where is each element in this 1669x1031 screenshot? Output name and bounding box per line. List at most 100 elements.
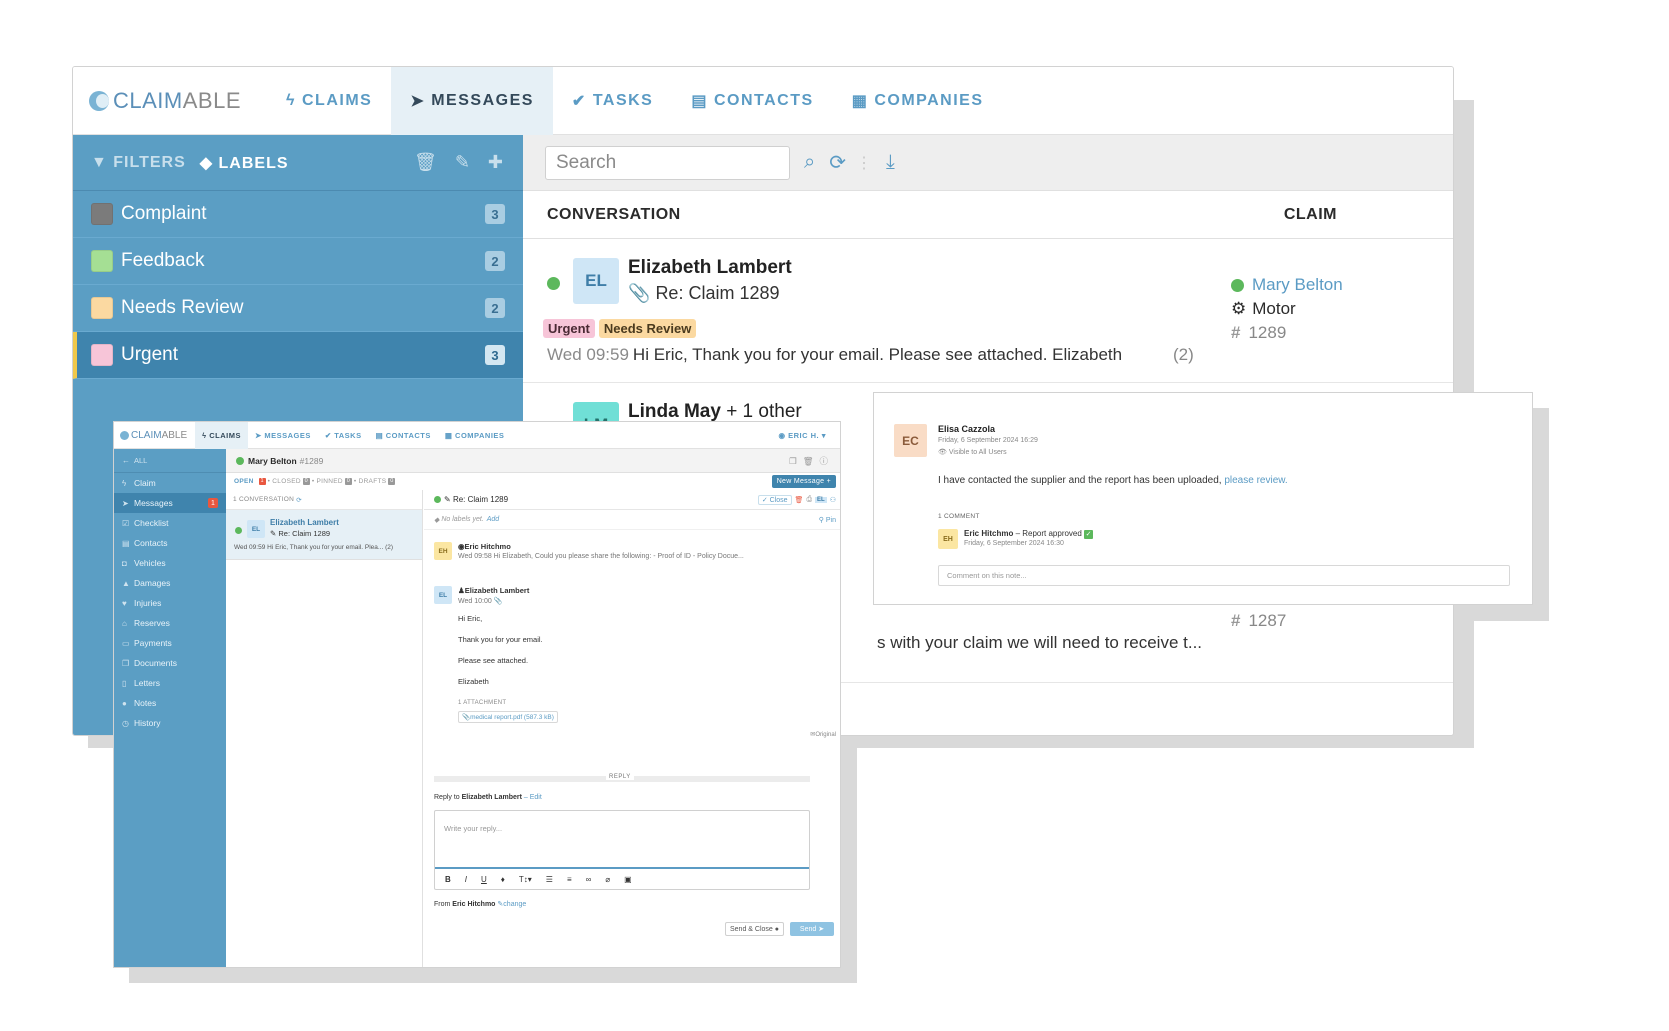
color-icon[interactable]: ♦ xyxy=(501,875,505,884)
column-claim[interactable]: CLAIM xyxy=(1284,206,1337,224)
search-icon[interactable]: ⌕ xyxy=(804,151,815,174)
filter-closed[interactable]: • CLOSED xyxy=(268,478,301,485)
sidebar-item-documents[interactable]: ❐ Documents xyxy=(114,653,226,673)
sidebar-item-vehicles[interactable]: ◘ Vehicles xyxy=(114,553,226,573)
bullet-list-icon[interactable]: ≡ xyxy=(567,875,572,884)
label-item-urgent[interactable]: Urgent 3 xyxy=(73,332,523,379)
conversation-item[interactable]: EL Elizabeth Lambert ✎ Re: Claim 1289 We… xyxy=(226,510,422,560)
send-button[interactable]: Send ➤ xyxy=(790,922,834,936)
trash-icon[interactable]: 🗑 xyxy=(414,152,437,173)
close-conversation-button[interactable]: ✓ Close xyxy=(757,494,792,505)
back-to-all[interactable]: ← ALL xyxy=(114,449,226,473)
plus-icon[interactable]: ✚ xyxy=(488,152,503,173)
attachment-link[interactable]: 📎medical report.pdf (587.3 kB) xyxy=(458,711,558,723)
message-eric[interactable]: EH ◉Eric Hitchmo Wed 09:58 Hi Elizabeth,… xyxy=(434,542,834,566)
tab-tasks[interactable]: ✔ TASKS xyxy=(553,67,672,135)
tab-companies[interactable]: ▦ COMPANIES xyxy=(833,67,1003,135)
add-label-link[interactable]: Add xyxy=(487,516,499,523)
filter-open[interactable]: OPEN xyxy=(234,478,254,485)
copy-icon[interactable]: ❐ xyxy=(789,456,803,466)
filter-drafts[interactable]: • DRAFTS xyxy=(354,478,386,485)
arrow-left-icon: ← xyxy=(122,456,130,465)
table-header: CONVERSATION CLAIM xyxy=(523,191,1453,239)
logo-icon xyxy=(120,430,129,440)
text-size-icon[interactable]: T↕▾ xyxy=(519,875,532,884)
change-sender-link[interactable]: ✎change xyxy=(497,901,526,908)
sidebar-item-damages[interactable]: ▲ Damages xyxy=(114,573,226,593)
reply-input[interactable]: Write your reply... xyxy=(444,824,502,833)
unlink-icon[interactable]: ⌀ xyxy=(605,875,610,884)
claim-contact[interactable]: Mary Belton xyxy=(1231,273,1343,297)
tab-contacts[interactable]: ▤ CONTACTS xyxy=(672,67,832,135)
sidebar-item-messages[interactable]: ➤ Messages 1 xyxy=(114,493,226,513)
sidebar-item-letters[interactable]: ▯ Letters xyxy=(114,673,226,693)
label-item-complaint[interactable]: Complaint 3 xyxy=(73,191,523,238)
tag-needs-review[interactable]: Needs Review xyxy=(598,319,697,338)
label-item-needs-review[interactable]: Needs Review 2 xyxy=(73,285,523,332)
claim-contact-link[interactable]: Mary Belton xyxy=(1252,275,1343,295)
underline-icon[interactable]: U xyxy=(481,875,487,884)
trash-icon[interactable]: 🗑 xyxy=(795,496,804,504)
sidebar-item-notes[interactable]: ● Notes xyxy=(114,693,226,713)
pin-label: Pin xyxy=(825,516,836,524)
search-input[interactable]: Search xyxy=(545,145,790,180)
user-menu[interactable]: ◉ ERIC H. ▾ xyxy=(778,431,826,440)
please-review-link[interactable]: please review. xyxy=(1224,475,1287,486)
claimable-logo[interactable]: CLAIM ABLE xyxy=(89,88,241,114)
download-icon[interactable]: ⤓ xyxy=(886,151,895,174)
claim-sidebar: ← ALL ϟ Claim ➤ Messages 1 ☑ Checklist ▤ Conta… xyxy=(114,449,226,967)
sidebar-item-contacts[interactable]: ▤ Contacts xyxy=(114,533,226,553)
italic-icon[interactable]: I xyxy=(465,875,467,884)
view-original-link[interactable]: ✉Original xyxy=(810,731,836,738)
sidebar-item-history[interactable]: ◷ History xyxy=(114,713,226,733)
assignee-avatar[interactable]: EL xyxy=(815,496,827,503)
comment-icon: ● xyxy=(122,698,127,708)
claimable-logo[interactable]: CLAIM ABLE xyxy=(120,430,187,441)
comment-body: – Report approved xyxy=(1013,529,1085,538)
reply-editor[interactable]: Write your reply... B I U ♦ T↕▾ ☰ ≡ ∞ ⌀ … xyxy=(434,810,810,890)
refresh-icon[interactable]: ⟳ xyxy=(829,150,846,175)
image-icon[interactable]: ▣ xyxy=(624,875,632,884)
tab-messages[interactable]: ➤ MESSAGES xyxy=(248,422,318,449)
sidebar-item-injuries[interactable]: ♥ Injuries xyxy=(114,593,226,613)
send-close-button[interactable]: Send & Close ● xyxy=(725,922,784,936)
comment-input[interactable]: Comment on this note... xyxy=(938,565,1510,586)
sidebar-label: Claim xyxy=(134,478,156,488)
column-conversation[interactable]: CONVERSATION xyxy=(547,206,681,224)
print-icon[interactable]: ⎙ xyxy=(806,496,812,504)
conversation-row[interactable]: EL Elizabeth Lambert 📎 Re: Claim 1289 Ur… xyxy=(523,239,1453,383)
sidebar-item-checklist[interactable]: ☑ Checklist xyxy=(114,513,226,533)
assign-user-icon[interactable]: ⚇ xyxy=(830,496,836,504)
tab-companies[interactable]: ▦ COMPANIES xyxy=(438,422,512,449)
label-item-feedback[interactable]: Feedback 2 xyxy=(73,238,523,285)
sidebar-item-reserves[interactable]: ⌂ Reserves xyxy=(114,613,226,633)
tab-claims[interactable]: ϟ CLAIMS xyxy=(267,67,391,135)
refresh-icon[interactable]: ⟳ xyxy=(296,496,302,504)
tab-claims[interactable]: ϟ CLAIMS xyxy=(195,422,248,449)
file-icon: ▯ xyxy=(122,678,127,688)
tab-messages[interactable]: ➤ MESSAGES xyxy=(391,67,553,135)
bold-icon[interactable]: B xyxy=(445,875,451,884)
claim-contact-name[interactable]: Mary Belton xyxy=(248,456,297,466)
sidebar-item-payments[interactable]: ▭ Payments xyxy=(114,633,226,653)
pin-button[interactable]: ⚲ Pin xyxy=(819,516,836,524)
trash-icon[interactable]: 🗑 xyxy=(803,456,820,466)
pencil-icon[interactable]: ✎ xyxy=(455,152,470,173)
messages-badge: 1 xyxy=(208,498,218,508)
tab-contacts[interactable]: ▤ CONTACTS xyxy=(369,422,438,449)
link-icon[interactable]: ∞ xyxy=(586,875,592,884)
sender-name: Linda May + 1 other xyxy=(628,401,802,423)
filters-tab[interactable]: ▼ FILTERS xyxy=(91,154,186,172)
note-date: Friday, 6 September 2024 16:29 xyxy=(938,437,1038,444)
tab-tasks[interactable]: ✔ TASKS xyxy=(318,422,369,449)
message-elizabeth[interactable]: EL ♟Elizabeth Lambert Wed 10:00 📎 xyxy=(434,586,834,610)
check-icon: ✔ xyxy=(571,92,587,110)
tag-urgent[interactable]: Urgent xyxy=(543,319,595,338)
sidebar-item-claim[interactable]: ϟ Claim xyxy=(114,473,226,493)
info-icon[interactable]: ⓘ xyxy=(819,456,834,466)
edit-recipient-link[interactable]: – Edit xyxy=(524,794,542,801)
filter-pinned[interactable]: • PINNED xyxy=(312,478,343,485)
labels-tab[interactable]: ◆ LABELS xyxy=(200,153,289,173)
ordered-list-icon[interactable]: ☰ xyxy=(546,875,553,884)
new-message-button[interactable]: New Message + xyxy=(771,475,836,488)
